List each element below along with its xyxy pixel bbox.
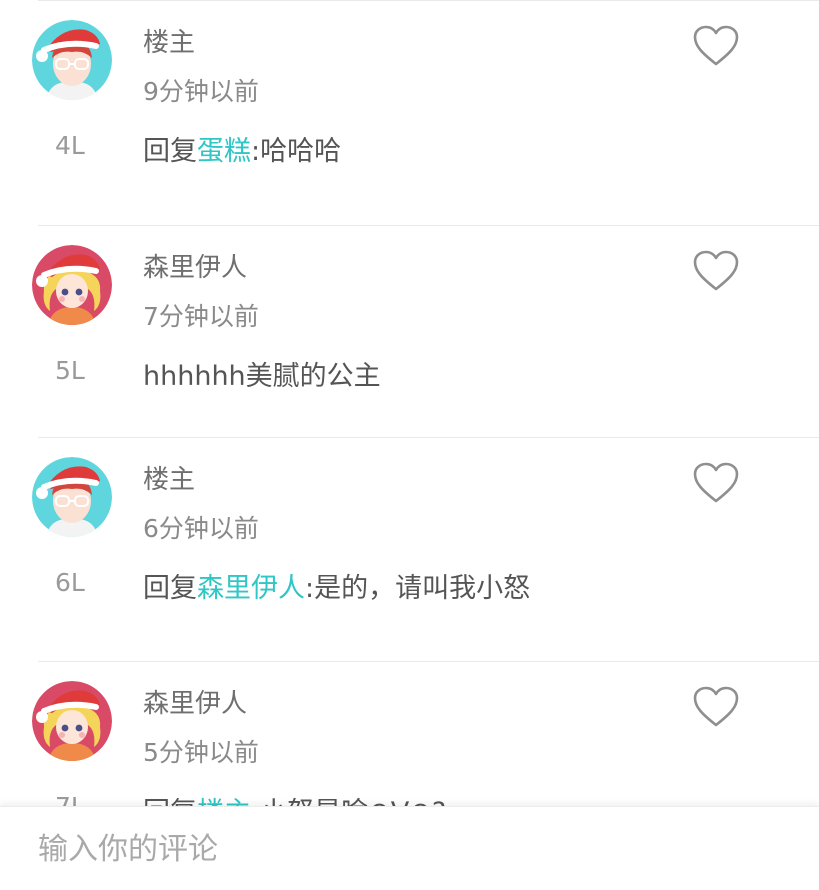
comment-timestamp: 7分钟以前 (143, 302, 259, 331)
heart-outline-icon (693, 25, 739, 66)
reply-prefix: 回复 (143, 573, 197, 604)
like-button[interactable] (692, 24, 740, 68)
floor-number: 5L (55, 356, 85, 385)
floor-number: 4L (55, 131, 85, 160)
comment-text: 回复蛋糕:哈哈哈 (143, 129, 341, 168)
avatar[interactable] (32, 457, 112, 537)
reply-body: :是的，请叫我小怒 (305, 573, 531, 604)
heart-outline-icon (693, 250, 739, 291)
comment-text: 回复森里伊人:是的，请叫我小怒 (143, 566, 530, 605)
avatar[interactable] (32, 245, 112, 325)
comment-input[interactable] (38, 827, 778, 871)
heart-outline-icon (693, 686, 739, 727)
reply-prefix: 回复 (143, 136, 197, 167)
divider (38, 661, 819, 662)
like-button[interactable] (692, 461, 740, 505)
mention-link[interactable]: 蛋糕 (197, 136, 251, 167)
divider (38, 437, 819, 438)
mention-link[interactable]: 森里伊人 (197, 573, 305, 604)
comment-author[interactable]: 楼主 (143, 459, 195, 496)
comment-timestamp: 9分钟以前 (143, 77, 259, 106)
comment-author[interactable]: 楼主 (143, 22, 195, 59)
floor-number: 6L (55, 568, 85, 597)
like-button[interactable] (692, 685, 740, 729)
comment-text: hhhhhh美腻的公主 (143, 354, 381, 393)
reply-body: hhhhhh美腻的公主 (143, 361, 381, 392)
reply-body: :哈哈哈 (251, 136, 342, 167)
divider (38, 225, 819, 226)
comment-author[interactable]: 森里伊人 (143, 247, 247, 284)
heart-outline-icon (693, 462, 739, 503)
like-button[interactable] (692, 249, 740, 293)
avatar[interactable] (32, 20, 112, 100)
comment-input-bar (0, 806, 819, 890)
divider (38, 0, 819, 1)
comment-thread: 楼主 9分钟以前 4L 回复蛋糕:哈哈哈 森里伊人 7分钟以前 5L hhhhh… (0, 0, 819, 890)
comment-author[interactable]: 森里伊人 (143, 683, 247, 720)
comment-timestamp: 5分钟以前 (143, 738, 259, 767)
avatar[interactable] (32, 681, 112, 761)
comment-timestamp: 6分钟以前 (143, 514, 259, 543)
